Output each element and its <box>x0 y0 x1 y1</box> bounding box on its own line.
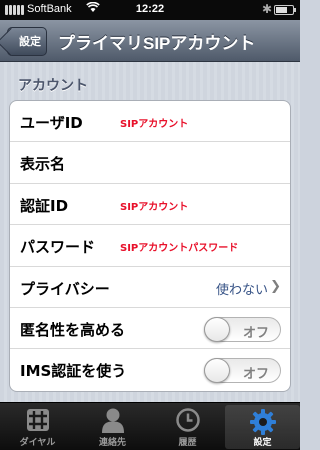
toggle-knob <box>204 316 230 342</box>
auth-id-value: SIPアカウント <box>120 201 189 213</box>
row-label: 匿名性を高める <box>20 320 126 339</box>
navigation-bar: 設定 プライマリSIPアカウント <box>0 20 300 62</box>
clock-icon <box>150 407 225 433</box>
password-row[interactable]: パスワード SIPアカウントパスワード <box>10 225 290 267</box>
tab-contacts[interactable]: 連絡先 <box>75 403 150 450</box>
privacy-row[interactable]: プライバシー 使わない ❯ <box>10 267 290 308</box>
user-id-row[interactable]: ユーザID SIPアカウント <box>10 101 290 143</box>
password-value: SIPアカウントパスワード <box>120 243 239 255</box>
bluetooth-icon: ✱ <box>262 2 273 16</box>
back-button[interactable]: 設定 <box>7 27 47 56</box>
tab-history[interactable]: 履歴 <box>150 403 225 450</box>
anonymity-toggle[interactable]: オフ <box>204 316 281 342</box>
display-name-row[interactable]: 表示名 <box>10 142 290 184</box>
tab-bar: ダイヤル 連絡先 履歴 設定 <box>0 402 300 450</box>
tab-label: 設定 <box>253 438 272 448</box>
keypad-icon <box>0 407 75 433</box>
row-label: パスワード <box>20 238 96 257</box>
row-label: 表示名 <box>20 155 66 174</box>
status-time: 12:22 <box>135 3 165 15</box>
settings-content: アカウント ユーザID SIPアカウント 表示名 認証ID SIPアカウント パ… <box>0 62 300 402</box>
toggle-knob <box>204 358 230 384</box>
ims-auth-toggle[interactable]: オフ <box>204 358 281 384</box>
ims-auth-row: IMS認証を使う オフ <box>10 349 290 390</box>
contacts-icon <box>75 407 150 433</box>
user-id-value: SIPアカウント <box>120 119 189 130</box>
section-header: アカウント <box>18 78 88 94</box>
privacy-value: 使わない <box>215 282 268 298</box>
tab-settings[interactable]: 設定 <box>225 405 300 449</box>
page-title: プライマリSIPアカウント <box>58 34 256 53</box>
auth-id-row[interactable]: 認証ID SIPアカウント <box>10 184 290 226</box>
tab-dial[interactable]: ダイヤル <box>0 403 75 450</box>
toggle-state: オフ <box>242 367 269 383</box>
row-label: ユーザID <box>20 114 83 132</box>
row-label: 認証ID <box>20 196 69 215</box>
tab-label: ダイヤル <box>19 438 56 448</box>
status-bar: SoftBank 12:22 ✱ <box>0 0 300 20</box>
account-settings-group: ユーザID SIPアカウント 表示名 認証ID SIPアカウント パスワード S… <box>9 100 291 392</box>
row-label: プライバシー <box>20 279 110 298</box>
row-label: IMS認証を使う <box>20 362 127 381</box>
chevron-right-icon: ❯ <box>270 278 281 294</box>
battery-icon <box>274 5 296 15</box>
gear-icon <box>225 409 300 435</box>
toggle-state: オフ <box>242 325 269 341</box>
tab-label: 連絡先 <box>98 438 126 448</box>
tab-label: 履歴 <box>178 438 197 448</box>
anonymity-row: 匿名性を高める オフ <box>10 308 290 350</box>
